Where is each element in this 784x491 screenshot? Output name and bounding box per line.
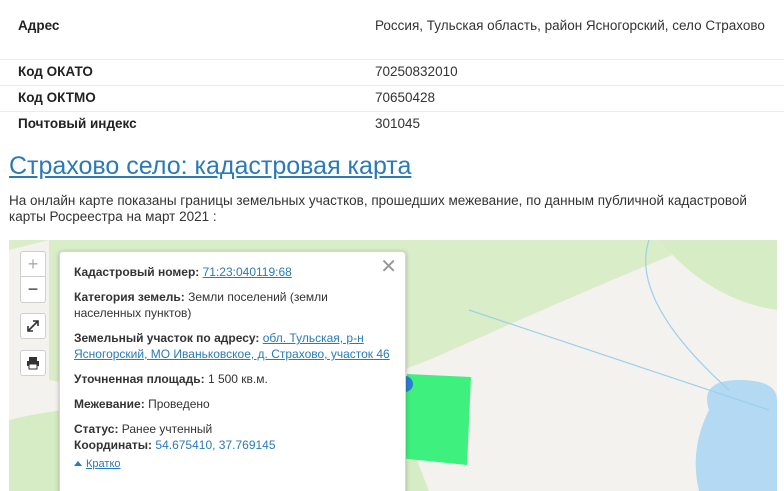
cadastral-map[interactable]: + − ✕ Кадастровый номер: 71:23:040119:68… <box>9 240 777 491</box>
map-description: На онлайн карте показаны границы земельн… <box>9 193 747 224</box>
fullscreen-button[interactable] <box>20 313 46 339</box>
info-value: 70650428 <box>375 90 436 105</box>
popup-value: Проведено <box>148 397 210 411</box>
popup-label: Межевание: <box>74 397 145 411</box>
popup-coordinates: Координаты: 54.675410, 37.769145 <box>74 437 391 453</box>
popup-value: 1 500 кв.м. <box>207 372 268 386</box>
collapse-brief-link[interactable]: Кратко <box>74 458 121 470</box>
zoom-out-button[interactable]: − <box>20 277 46 303</box>
popup-label: Кадастровый номер: <box>74 265 200 279</box>
info-label: Почтовый индекс <box>18 116 137 131</box>
cadastral-number-link[interactable]: 71:23:040119:68 <box>203 265 292 279</box>
popup-label: Категория земель: <box>74 290 185 304</box>
popup-survey: Межевание: Проведено <box>74 396 391 412</box>
info-row-oktmo: Код ОКТМО 70650428 <box>0 86 784 112</box>
popup-label: Статус: <box>74 422 119 436</box>
print-button[interactable] <box>20 350 46 376</box>
zoom-in-button[interactable]: + <box>20 251 46 277</box>
info-row-okato: Код ОКАТО 70250832010 <box>0 60 784 86</box>
triangle-up-icon <box>74 461 82 466</box>
info-label: Код ОКТМО <box>18 90 96 105</box>
info-row-postcode: Почтовый индекс 301045 <box>0 112 784 138</box>
info-value: 301045 <box>375 116 421 131</box>
printer-icon <box>27 357 39 370</box>
popup-label: Земельный участок по адресу: <box>74 331 260 345</box>
info-label: Код ОКАТО <box>18 64 93 79</box>
popup-label: Уточненная площадь: <box>74 372 205 386</box>
section-heading-link[interactable]: Страхово село: кадастровая карта <box>9 152 411 181</box>
info-value: 70250832010 <box>375 64 458 79</box>
popup-cadastral-number: Кадастровый номер: 71:23:040119:68 <box>74 264 391 280</box>
popup-value: Ранее учтенный <box>121 422 213 436</box>
info-value: Россия, Тульская область, район Ясногорс… <box>375 18 765 33</box>
popup-address: Земельный участок по адресу: обл. Тульск… <box>74 330 391 362</box>
close-icon[interactable]: ✕ <box>380 257 397 277</box>
expand-icon <box>27 320 39 332</box>
popup-value: 54.675410, 37.769145 <box>155 438 276 452</box>
brief-label: Кратко <box>86 457 121 470</box>
popup-label: Координаты: <box>74 438 153 452</box>
info-label: Адрес <box>18 18 60 33</box>
info-table: Адрес Россия, Тульская область, район Яс… <box>0 10 784 138</box>
info-row-address: Адрес Россия, Тульская область, район Яс… <box>0 10 784 60</box>
popup-land-category: Категория земель: Земли поселений (земли… <box>74 289 391 321</box>
parcel-info-popup: ✕ Кадастровый номер: 71:23:040119:68 Кат… <box>59 251 406 491</box>
popup-status: Статус: Ранее учтенный <box>74 421 391 437</box>
popup-area: Уточненная площадь: 1 500 кв.м. <box>74 371 391 387</box>
